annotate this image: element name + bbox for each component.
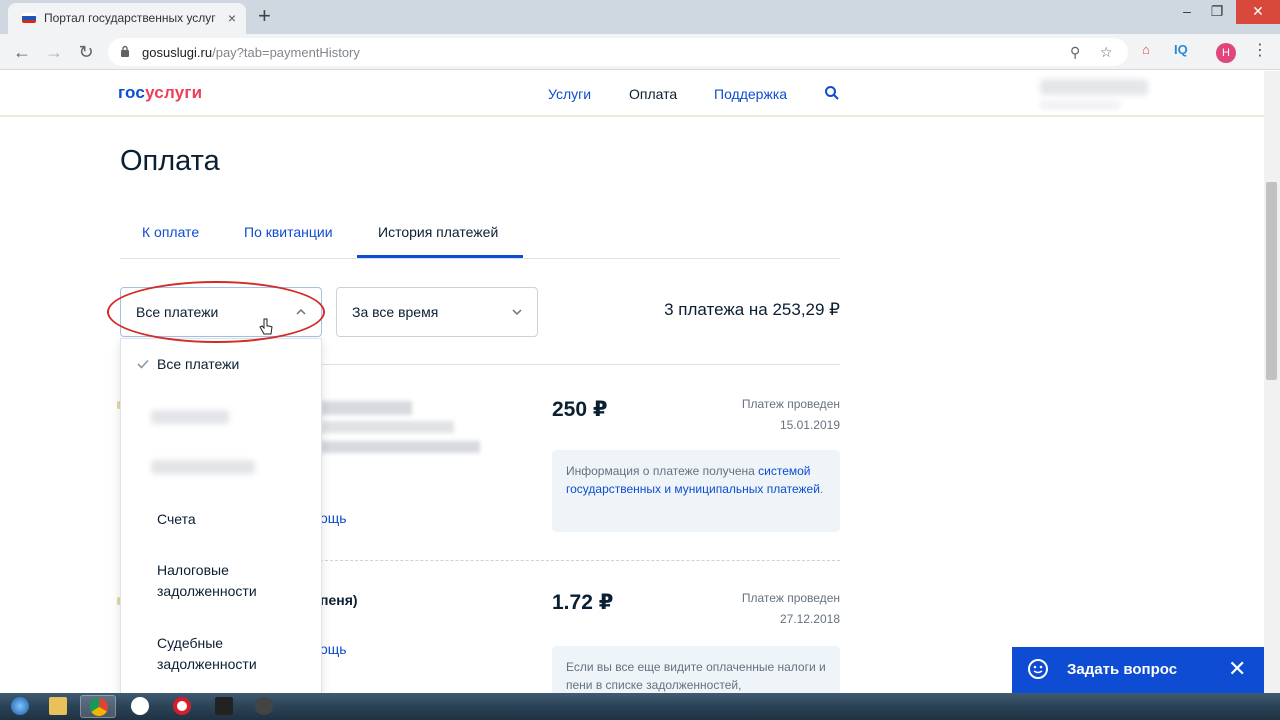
opera-icon	[173, 697, 191, 715]
payment-amount: 1.72 ₽	[552, 591, 614, 614]
scrollbar-thumb[interactable]	[1266, 182, 1277, 380]
payment-status: Платеж проведен	[741, 397, 840, 411]
windows-taskbar	[0, 693, 1280, 720]
browser-tab[interactable]: Портал государственных услуг ×	[8, 3, 246, 34]
dropdown-item-all[interactable]: Все платежи	[157, 354, 239, 375]
forward-arrow-icon[interactable]: →	[42, 40, 66, 64]
payment-amount: 250 ₽	[552, 398, 608, 421]
payment-info-box: Если вы все еще видите оплаченные налоги…	[552, 646, 840, 693]
page-title: Оплата	[120, 145, 220, 177]
info-text: Информация о платеже получена	[566, 464, 759, 478]
folder-icon	[49, 697, 67, 715]
nav-payment[interactable]: Оплата	[629, 86, 677, 102]
ask-question-widget[interactable]: Задать вопрос ✕	[1012, 647, 1264, 693]
payments-total: 3 платежа на 253,29 ₽	[664, 300, 840, 319]
payment-date: 27.12.2018	[779, 612, 840, 626]
yandex-browser-icon	[131, 697, 149, 715]
nav-support[interactable]: Поддержка	[714, 86, 787, 102]
browser-tab-title: Портал государственных услуг	[44, 11, 216, 25]
bookmark-star-icon[interactable]: ☆	[1100, 44, 1113, 61]
window-close-icon[interactable]: ✕	[1236, 0, 1280, 24]
tab-payment-history[interactable]: История платежей	[378, 224, 498, 240]
taskbar-app[interactable]	[206, 695, 242, 718]
search-icon[interactable]	[824, 85, 840, 101]
payment-subtitle-blurred	[320, 421, 454, 433]
chevron-down-icon	[512, 309, 522, 316]
dropdown-item-blurred[interactable]	[151, 410, 229, 424]
reload-icon[interactable]: ↻	[74, 40, 98, 64]
scrollbar-track[interactable]	[1264, 71, 1280, 693]
browser-toolbar: ← → ↻ gosuslugi.ru/pay?tab=paymentHistor…	[0, 34, 1280, 70]
url-text: gosuslugi.ru/pay?tab=paymentHistory	[142, 45, 360, 60]
page-content: госуслуги Услуги Оплата Поддержка Оплата…	[0, 71, 1264, 693]
zoom-icon[interactable]: ⚲	[1070, 44, 1080, 61]
new-tab-button[interactable]: +	[258, 4, 271, 28]
taskbar-obs[interactable]	[246, 695, 282, 718]
active-tab-indicator	[357, 255, 523, 258]
start-button[interactable]	[2, 695, 38, 718]
period-select[interactable]: За все время	[336, 287, 538, 337]
hand-cursor-icon	[259, 318, 273, 335]
user-subtitle-blurred	[1040, 101, 1120, 109]
taskbar-explorer[interactable]	[40, 695, 76, 718]
browser-menu-icon[interactable]: ⋮	[1252, 40, 1268, 60]
browser-tab-strip: Портал государственных услуг × + – ❐ ✕	[0, 0, 1280, 34]
payment-desc-blurred	[320, 441, 480, 453]
dropdown-item-court-debts[interactable]: Судебные задолженности	[157, 633, 287, 675]
user-name-blurred[interactable]	[1040, 79, 1148, 95]
minimize-icon[interactable]: –	[1176, 0, 1198, 24]
payment-status: Платеж проведен	[741, 591, 840, 605]
lock-icon	[121, 45, 129, 57]
back-arrow-icon[interactable]: ←	[10, 40, 34, 64]
dropdown-item-blurred[interactable]	[151, 460, 255, 474]
tab-to-pay[interactable]: К оплате	[142, 224, 199, 240]
info-text-end: .	[819, 482, 824, 496]
payment-type-dropdown: Все платежи Счета Налоговые задолженност…	[120, 338, 322, 693]
payment-title-blurred	[320, 401, 412, 415]
payment-separator	[320, 560, 840, 561]
taskbar-opera[interactable]	[164, 695, 200, 718]
site-header: госуслуги Услуги Оплата Поддержка	[0, 71, 1264, 117]
payment-tabs: К оплате По квитанции История платежей	[120, 211, 840, 259]
payment-info-box: Информация о платеже получена системой г…	[552, 450, 840, 532]
ask-question-label: Задать вопрос	[1067, 661, 1178, 678]
close-tab-icon[interactable]: ×	[228, 10, 236, 26]
gosuslugi-logo[interactable]: госуслуги	[118, 83, 202, 103]
russia-flag-icon	[22, 13, 36, 23]
profile-avatar[interactable]: Н	[1216, 43, 1236, 63]
annotation-oval	[107, 281, 325, 343]
period-value: За все время	[352, 304, 439, 320]
chat-bot-icon	[1028, 659, 1048, 679]
windows-logo-icon	[11, 697, 29, 715]
obs-icon	[255, 697, 273, 715]
dropdown-item-tax-debts[interactable]: Налоговые задолженности	[157, 560, 287, 602]
extension-home-icon[interactable]: ⌂	[1142, 42, 1150, 57]
extension-iq-icon[interactable]: IQ	[1174, 42, 1188, 57]
address-bar[interactable]: gosuslugi.ru/pay?tab=paymentHistory ⚲ ☆	[108, 38, 1128, 66]
payment-title-fragment: пеня)	[320, 592, 358, 608]
payment-date: 15.01.2019	[779, 418, 840, 432]
check-icon	[137, 359, 149, 369]
maximize-icon[interactable]: ❐	[1206, 0, 1228, 24]
taskbar-yandex[interactable]	[122, 695, 158, 718]
divider	[320, 364, 840, 365]
nav-services[interactable]: Услуги	[548, 86, 591, 102]
close-widget-icon[interactable]: ✕	[1228, 656, 1246, 682]
info-text: Если вы все еще видите оплаченные налоги…	[566, 660, 826, 692]
app-icon	[215, 697, 233, 715]
tab-by-receipt[interactable]: По квитанции	[244, 224, 333, 240]
payment-help-link[interactable]: ощь	[320, 641, 347, 657]
chrome-icon	[90, 698, 108, 716]
payment-help-link[interactable]: ощь	[320, 510, 347, 526]
dropdown-item-bills[interactable]: Счета	[157, 509, 196, 530]
taskbar-chrome[interactable]	[80, 695, 116, 718]
